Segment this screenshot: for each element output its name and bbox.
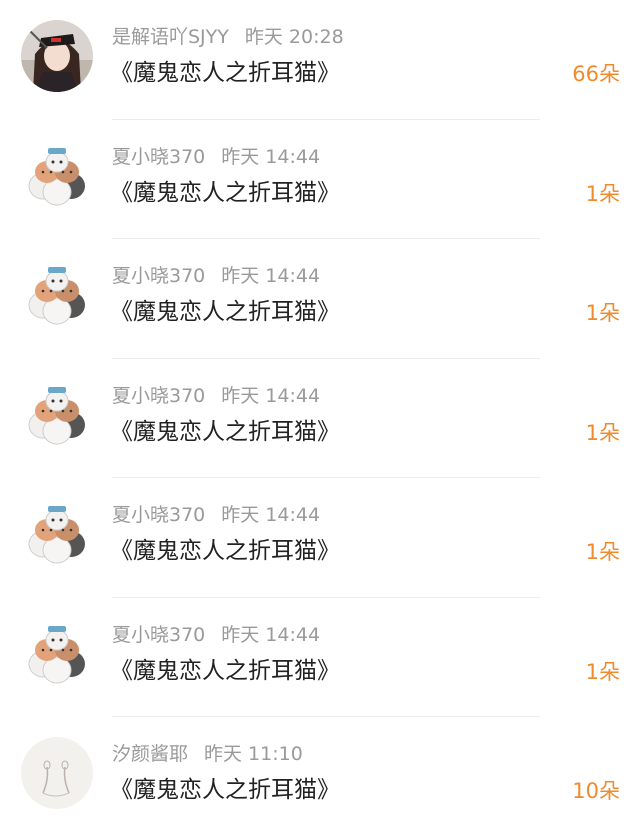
- timestamp: 昨天 14:44: [221, 384, 321, 407]
- comment-meta: 夏小晓370 昨天 14:44: [112, 622, 320, 648]
- flower-count: 1朵: [585, 540, 620, 564]
- book-title[interactable]: 《魔鬼恋人之折耳猫》: [110, 535, 340, 567]
- comment-meta: 夏小晓370 昨天 14:44: [112, 502, 320, 528]
- cats-avatar[interactable]: [21, 498, 93, 570]
- user-name[interactable]: 夏小晓370: [112, 624, 205, 646]
- sketch-avatar[interactable]: [21, 737, 93, 809]
- book-title[interactable]: 《魔鬼恋人之折耳猫》: [110, 177, 340, 209]
- flower-count: 1朵: [585, 420, 620, 445]
- comment-meta: 夏小晓370 昨天 14:44: [112, 144, 320, 170]
- list-item[interactable]: 夏小晓370 昨天 14:44 《魔鬼恋人之折耳猫》 1朵: [0, 239, 640, 359]
- book-title[interactable]: 《魔鬼恋人之折耳猫》: [110, 416, 340, 448]
- list-item[interactable]: 夏小晓370 昨天 14:44 《魔鬼恋人之折耳猫》 1朵: [0, 478, 640, 598]
- user-name[interactable]: 夏小晓370: [112, 504, 205, 526]
- user-name[interactable]: 夏小晓370: [112, 265, 205, 287]
- comment-meta: 夏小晓370 昨天 14:44: [112, 383, 320, 409]
- cats-avatar[interactable]: [21, 259, 93, 331]
- cats-avatar[interactable]: [21, 617, 93, 690]
- timestamp: 昨天 14:44: [221, 504, 321, 526]
- timestamp: 昨天 20:28: [244, 26, 344, 48]
- flower-count: 66朵: [572, 62, 620, 86]
- timestamp: 昨天 11:10: [204, 743, 303, 765]
- comment-meta: 夏小晓370 昨天 14:44: [112, 263, 320, 289]
- timestamp: 昨天 14:44: [221, 265, 321, 287]
- flower-count: 1朵: [585, 301, 620, 325]
- flower-count: 1朵: [585, 659, 620, 684]
- timestamp: 昨天 14:44: [221, 145, 321, 168]
- flower-count: 10朵: [572, 779, 620, 803]
- user-name[interactable]: 夏小晓370: [112, 385, 205, 407]
- list-item[interactable]: 夏小晓370 昨天 14:44 《魔鬼恋人之折耳猫》 1朵: [0, 359, 640, 478]
- anime-girl-avatar[interactable]: [21, 20, 93, 92]
- list-item[interactable]: 夏小晓370 昨天 14:44 《魔鬼恋人之折耳猫》 1朵: [0, 598, 640, 717]
- gift-comment-list: 是解语吖SJYY 昨天 20:28 《魔鬼恋人之折耳猫》 66朵 夏小晓370: [0, 0, 640, 837]
- cats-avatar[interactable]: [21, 139, 93, 212]
- user-name[interactable]: 是解语吖SJYY: [112, 26, 229, 48]
- timestamp: 昨天 14:44: [221, 623, 321, 646]
- list-item[interactable]: 夏小晓370 昨天 14:44 《魔鬼恋人之折耳猫》 1朵: [0, 120, 640, 239]
- book-title[interactable]: 《魔鬼恋人之折耳猫》: [110, 655, 340, 687]
- user-name[interactable]: 夏小晓370: [112, 146, 205, 168]
- cats-avatar[interactable]: [21, 378, 93, 451]
- list-item[interactable]: 是解语吖SJYY 昨天 20:28 《魔鬼恋人之折耳猫》 66朵: [0, 0, 640, 120]
- comment-meta: 是解语吖SJYY 昨天 20:28: [112, 24, 344, 50]
- comment-meta: 汐颜酱耶 昨天 11:10: [112, 741, 303, 767]
- flower-count: 1朵: [585, 181, 620, 206]
- book-title[interactable]: 《魔鬼恋人之折耳猫》: [110, 296, 340, 328]
- book-title[interactable]: 《魔鬼恋人之折耳猫》: [110, 774, 340, 806]
- list-item[interactable]: 汐颜酱耶 昨天 11:10 《魔鬼恋人之折耳猫》 10朵: [0, 717, 640, 837]
- book-title[interactable]: 《魔鬼恋人之折耳猫》: [110, 57, 340, 89]
- user-name[interactable]: 汐颜酱耶: [112, 743, 188, 765]
